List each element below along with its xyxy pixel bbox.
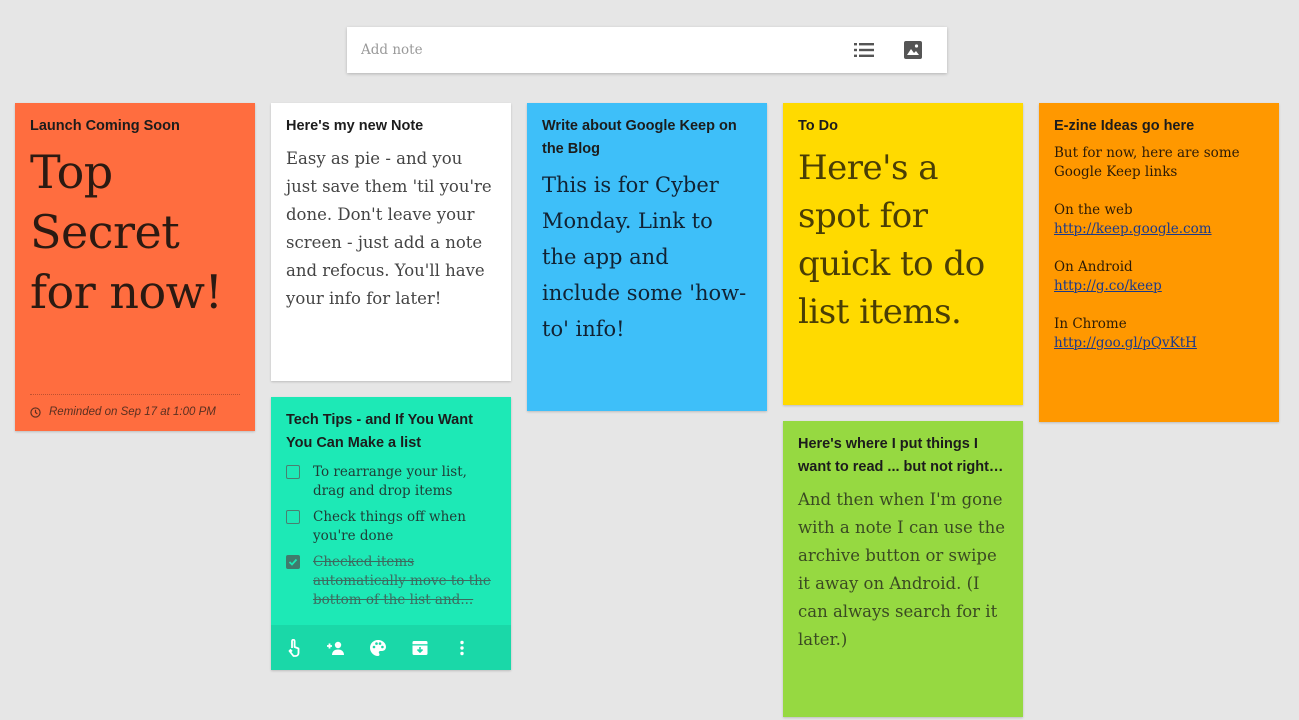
- list-item: Checked items automatically move to the …: [286, 553, 496, 610]
- archive-icon[interactable]: [408, 636, 432, 660]
- chrome-link[interactable]: http://goo.gl/pQvKtH: [1054, 334, 1264, 353]
- note-to-read[interactable]: Here's where I put things I want to read…: [783, 421, 1023, 717]
- checkbox-checked[interactable]: [286, 555, 300, 569]
- android-link[interactable]: http://g.co/keep: [1054, 277, 1264, 296]
- checkbox[interactable]: [286, 510, 300, 524]
- reminder-chip[interactable]: Reminded on Sep 17 at 1:00 PM: [30, 394, 240, 418]
- note-tech-tips[interactable]: Tech Tips - and If You Want You Can Make…: [271, 397, 511, 670]
- list-item: To rearrange your list, drag and drop it…: [286, 463, 496, 501]
- image-icon[interactable]: [901, 38, 925, 62]
- note-title: Here's where I put things I want to read…: [798, 436, 1004, 475]
- note-body: Easy as pie - and you just save them 'ti…: [286, 149, 492, 308]
- note-title: Launch Coming Soon: [30, 118, 180, 134]
- palette-icon[interactable]: [366, 636, 390, 660]
- add-note-bar: [347, 27, 947, 73]
- note-ezine-ideas[interactable]: E-zine Ideas go here But for now, here a…: [1039, 103, 1279, 422]
- note-google-keep-blog[interactable]: Write about Google Keep on the Blog This…: [527, 103, 767, 411]
- web-label: On the web: [1054, 202, 1133, 218]
- note-launch-coming-soon[interactable]: Launch Coming Soon Top Secret for now! R…: [15, 103, 255, 431]
- remind-me-icon[interactable]: [282, 636, 306, 660]
- checkbox[interactable]: [286, 465, 300, 479]
- note-title: To Do: [798, 118, 838, 134]
- android-label: On Android: [1054, 259, 1133, 275]
- note-body: And then when I'm gone with a note I can…: [798, 490, 1006, 649]
- checklist: To rearrange your list, drag and drop it…: [271, 455, 511, 610]
- list-item: Check things off when you're done: [286, 508, 496, 546]
- note-to-do[interactable]: To Do Here's a spot for quick to do list…: [783, 103, 1023, 405]
- more-vert-icon[interactable]: [450, 636, 474, 660]
- check-icon: [288, 558, 298, 566]
- note-body: But for now, here are some Google Keep l…: [1039, 144, 1279, 353]
- note-body: Top Secret for now!: [30, 145, 223, 319]
- note-new-note[interactable]: Here's my new Note Easy as pie - and you…: [271, 103, 511, 381]
- collaborator-icon[interactable]: [324, 636, 348, 660]
- note-body: This is for Cyber Monday. Link to the ap…: [542, 173, 747, 341]
- list-icon[interactable]: [852, 38, 876, 62]
- note-toolbar: [271, 625, 511, 670]
- note-title: Write about Google Keep on the Blog: [542, 118, 737, 157]
- clock-icon: [30, 406, 41, 418]
- note-title: Here's my new Note: [286, 118, 424, 134]
- note-title: Tech Tips - and If You Want You Can Make…: [286, 412, 473, 451]
- list-item-text: Checked items automatically move to the …: [313, 554, 491, 608]
- list-item-text: To rearrange your list, drag and drop it…: [313, 464, 467, 499]
- reminder-text: Reminded on Sep 17 at 1:00 PM: [49, 406, 216, 418]
- add-note-input[interactable]: [361, 38, 821, 62]
- chrome-label: In Chrome: [1054, 316, 1127, 332]
- web-link[interactable]: http://keep.google.com: [1054, 220, 1264, 239]
- note-title: E-zine Ideas go here: [1054, 118, 1195, 134]
- ezine-intro: But for now, here are some Google Keep l…: [1054, 145, 1240, 180]
- note-body: Here's a spot for quick to do list items…: [798, 148, 985, 332]
- list-item-text: Check things off when you're done: [313, 509, 466, 544]
